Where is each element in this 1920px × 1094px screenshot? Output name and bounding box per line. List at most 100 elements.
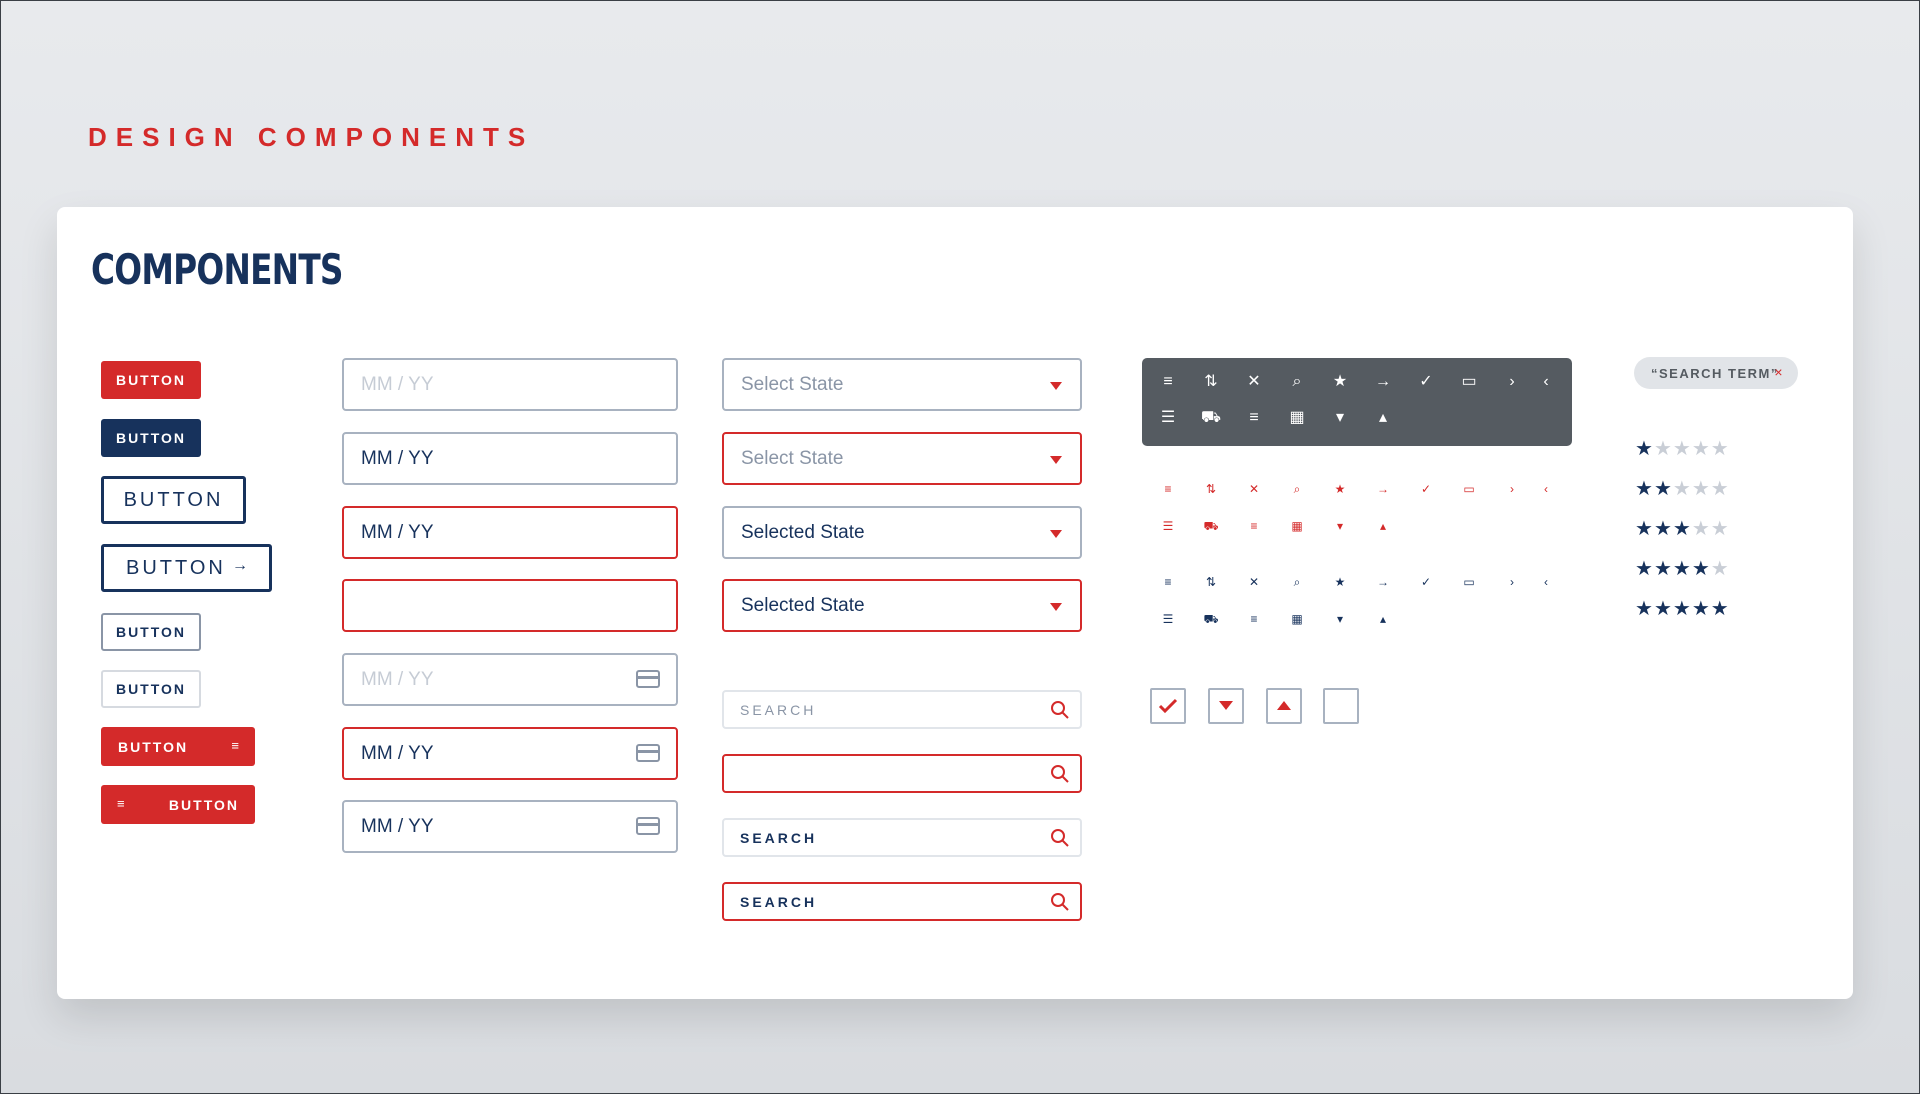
star-icon[interactable]: ★: [1654, 478, 1673, 500]
caret-down-icon: [1050, 456, 1062, 464]
list-icon: ☰: [1162, 519, 1174, 533]
date-field-filled[interactable]: MM / YY: [342, 432, 678, 485]
icon-toolbar: ≡ ⇅ ✕ ⌕ ★ → ✓ ▭ › ‹ ☰ ⛟ ≡ ▦ ▾ ▴: [1142, 358, 1572, 446]
date-field-card-error[interactable]: MM / YY: [342, 727, 678, 780]
search-input-filled[interactable]: SEARCH: [722, 818, 1082, 857]
filter-button-left[interactable]: ≡ BUTTON: [101, 785, 255, 824]
checkbox-empty[interactable]: [1323, 688, 1359, 724]
date-field-card-placeholder[interactable]: MM / YY: [342, 653, 678, 706]
filter-icon: ≡: [117, 796, 125, 811]
filter-icon[interactable]: ≡: [1156, 370, 1180, 394]
cart-icon: ⛟: [1203, 519, 1219, 533]
toggle-caret-down[interactable]: [1208, 688, 1244, 724]
filter-button-right[interactable]: BUTTON ≡: [101, 727, 255, 766]
search-icon: [1051, 829, 1069, 847]
star-icon[interactable]: ★: [1635, 518, 1654, 540]
star-icon[interactable]: ★: [1692, 478, 1711, 500]
check-icon: ✓: [1420, 575, 1432, 589]
search-icon[interactable]: ⌕: [1285, 370, 1309, 394]
star-icon[interactable]: ★: [1711, 438, 1730, 460]
menu-icon[interactable]: ≡: [1242, 406, 1266, 430]
date-field-error[interactable]: MM / YY: [342, 506, 678, 559]
toggle-caret-up[interactable]: [1266, 688, 1302, 724]
search-input-error-filled[interactable]: SEARCH: [722, 882, 1082, 921]
star-icon[interactable]: ★: [1654, 518, 1673, 540]
star-icon[interactable]: ★: [1673, 438, 1692, 460]
search-term-chip[interactable]: “SEARCH TERM” ×: [1634, 357, 1798, 389]
cart-icon[interactable]: ⛟: [1199, 406, 1223, 430]
credit-card-icon: [636, 670, 660, 688]
arrow-right-icon: →: [1377, 482, 1389, 496]
calendar-icon: ▦: [1291, 519, 1303, 533]
button-label: BUTTON: [118, 738, 189, 755]
checkbox-checked[interactable]: [1150, 688, 1186, 724]
primary-button[interactable]: BUTTON: [101, 361, 201, 399]
caret-up-icon: ▴: [1379, 612, 1387, 626]
star-icon[interactable]: ★: [1654, 438, 1673, 460]
check-icon: ✓: [1420, 482, 1432, 496]
star-icon[interactable]: ★: [1711, 518, 1730, 540]
cart-icon: ⛟: [1203, 612, 1219, 626]
star-icon[interactable]: ★: [1654, 598, 1673, 620]
state-select-selected[interactable]: Selected State: [722, 506, 1082, 559]
icon-set-red: ≡ ⇅ ✕ ⌕ ★ → ✓ ▭ › ‹ ☰ ⛟ ≡ ▦ ▾ ▴: [1142, 477, 1572, 537]
search-input-placeholder[interactable]: SEARCH: [722, 690, 1082, 729]
star-rating[interactable]: ★★★★★: [1635, 599, 1730, 619]
date-field-error-empty[interactable]: [342, 579, 678, 632]
star-icon[interactable]: ★: [1673, 598, 1692, 620]
star-icon[interactable]: ★: [1711, 558, 1730, 580]
star-icon[interactable]: ★: [1654, 558, 1673, 580]
credit-card-icon: [636, 744, 660, 762]
chevron-right-icon[interactable]: ›: [1500, 370, 1524, 394]
star-icon[interactable]: ★: [1692, 518, 1711, 540]
field-value: MM / YY: [361, 815, 434, 837]
state-select-placeholder[interactable]: Select State: [722, 358, 1082, 411]
star-icon[interactable]: ★: [1673, 478, 1692, 500]
star-rating[interactable]: ★★★★★: [1635, 559, 1730, 579]
star-icon[interactable]: ★: [1692, 438, 1711, 460]
navy-button[interactable]: BUTTON: [101, 419, 201, 457]
star-rating[interactable]: ★★★★★: [1635, 519, 1730, 539]
outline-large-button[interactable]: BUTTON: [101, 476, 246, 524]
star-icon[interactable]: ★: [1328, 370, 1352, 394]
list-icon[interactable]: ☰: [1156, 406, 1180, 430]
close-icon[interactable]: ✕: [1242, 370, 1266, 394]
caret-up-icon[interactable]: ▴: [1371, 406, 1395, 430]
close-icon[interactable]: ×: [1774, 364, 1784, 380]
state-select-selected-error[interactable]: Selected State: [722, 579, 1082, 632]
arrow-right-icon[interactable]: →: [1371, 370, 1395, 394]
chevron-left-icon: ‹: [1544, 575, 1548, 589]
caret-down-icon: ▾: [1336, 612, 1344, 626]
button-label: BUTTON: [168, 796, 239, 813]
calendar-icon[interactable]: ▦: [1285, 406, 1309, 430]
chevron-left-icon[interactable]: ‹: [1534, 370, 1558, 394]
sort-icon: ⇅: [1205, 575, 1217, 589]
star-icon[interactable]: ★: [1711, 478, 1730, 500]
star-icon[interactable]: ★: [1692, 598, 1711, 620]
date-field-placeholder[interactable]: MM / YY: [342, 358, 678, 411]
star-icon[interactable]: ★: [1635, 438, 1654, 460]
star-icon[interactable]: ★: [1673, 558, 1692, 580]
caret-down-icon[interactable]: ▾: [1328, 406, 1352, 430]
date-field-card-filled[interactable]: MM / YY: [342, 800, 678, 853]
caret-down-icon: [1050, 530, 1062, 538]
outline-light-button[interactable]: BUTTON: [101, 670, 201, 708]
sort-icon[interactable]: ⇅: [1199, 370, 1223, 394]
star-icon[interactable]: ★: [1635, 478, 1654, 500]
search-input-error[interactable]: [722, 754, 1082, 793]
field-value: MM / YY: [361, 742, 434, 764]
star-icon[interactable]: ★: [1635, 558, 1654, 580]
star-rating[interactable]: ★★★★★: [1635, 439, 1730, 459]
credit-card-icon[interactable]: ▭: [1457, 370, 1481, 394]
sort-icon: ⇅: [1205, 482, 1217, 496]
star-icon[interactable]: ★: [1692, 558, 1711, 580]
check-icon[interactable]: ✓: [1414, 370, 1438, 394]
outline-small-button[interactable]: BUTTON: [101, 613, 201, 651]
outline-large-arrow-button[interactable]: BUTTON →: [101, 544, 272, 592]
credit-card-icon: ▭: [1463, 575, 1475, 589]
star-rating[interactable]: ★★★★★: [1635, 479, 1730, 499]
star-icon[interactable]: ★: [1673, 518, 1692, 540]
state-select-error[interactable]: Select State: [722, 432, 1082, 485]
star-icon[interactable]: ★: [1711, 598, 1730, 620]
star-icon[interactable]: ★: [1635, 598, 1654, 620]
